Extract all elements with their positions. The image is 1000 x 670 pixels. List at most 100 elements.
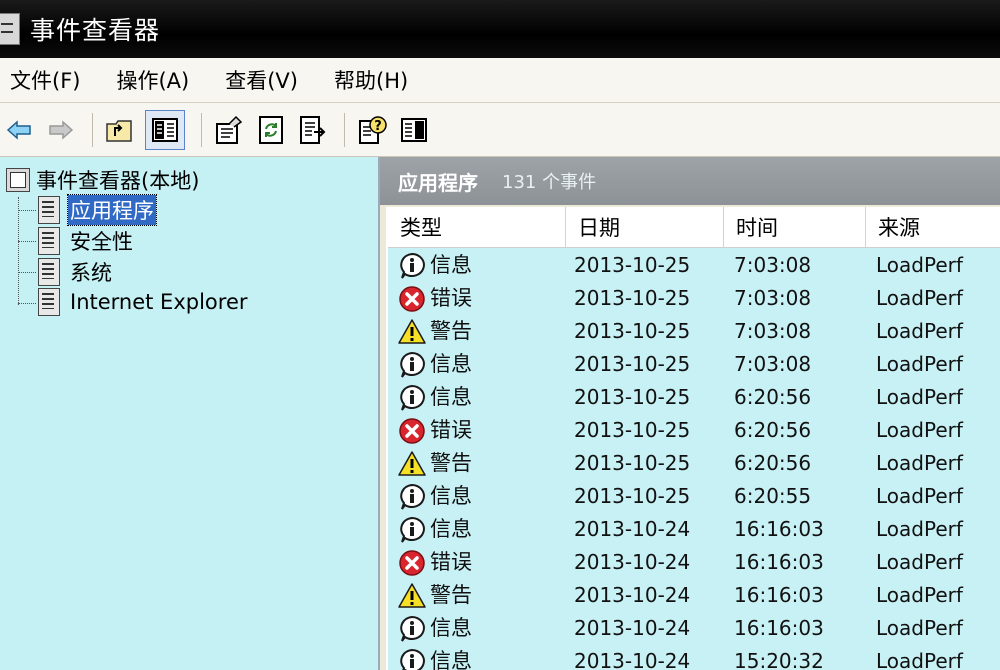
event-type: 警告 bbox=[430, 451, 472, 475]
info-icon bbox=[398, 252, 426, 280]
event-row[interactable]: 警告 2013-10-24 16:16:03 LoadPerf bbox=[388, 579, 1000, 612]
event-row[interactable]: 信息 2013-10-25 7:03:08 LoadPerf bbox=[388, 249, 1000, 282]
info-icon bbox=[398, 351, 426, 379]
column-header-row: 类型 日期 时间 来源 bbox=[388, 207, 1000, 248]
svg-text:?: ? bbox=[374, 119, 382, 134]
tree-root-event-viewer[interactable]: 事件查看器(本地) bbox=[6, 165, 199, 195]
event-type: 警告 bbox=[430, 319, 472, 343]
event-time: 7:03:08 bbox=[734, 253, 812, 277]
event-source: LoadPerf bbox=[876, 616, 963, 640]
up-one-level-button[interactable] bbox=[103, 113, 137, 147]
back-button[interactable] bbox=[2, 113, 36, 147]
error-icon bbox=[398, 549, 426, 577]
event-row[interactable]: 信息 2013-10-24 16:16:03 LoadPerf bbox=[388, 612, 1000, 645]
tree-item-label: 系统 bbox=[70, 261, 112, 285]
menu-view[interactable]: 查看(V) bbox=[225, 65, 298, 95]
event-type: 信息 bbox=[430, 484, 472, 508]
help-button[interactable]: ? bbox=[355, 113, 389, 147]
column-header-time[interactable]: 时间 bbox=[724, 207, 866, 247]
show-hide-action-pane-button[interactable] bbox=[397, 113, 431, 147]
event-source: LoadPerf bbox=[876, 385, 963, 409]
log-file-icon bbox=[38, 288, 60, 316]
event-row[interactable]: 信息 2013-10-25 6:20:56 LoadPerf bbox=[388, 381, 1000, 414]
warning-icon bbox=[398, 318, 426, 346]
column-header-type[interactable]: 类型 bbox=[388, 207, 566, 247]
event-type-cell: 错误 bbox=[398, 282, 472, 315]
event-time: 16:16:03 bbox=[734, 550, 824, 574]
event-source: LoadPerf bbox=[876, 418, 963, 442]
event-time: 16:16:03 bbox=[734, 583, 824, 607]
event-type-cell: 警告 bbox=[398, 447, 472, 480]
toolbar: ? bbox=[0, 103, 1000, 157]
event-time: 6:20:56 bbox=[734, 385, 812, 409]
info-icon bbox=[398, 615, 426, 643]
export-list-icon bbox=[300, 115, 326, 144]
refresh-icon bbox=[259, 115, 283, 144]
event-row[interactable]: 错误 2013-10-25 6:20:56 LoadPerf bbox=[388, 414, 1000, 447]
info-icon bbox=[398, 384, 426, 412]
event-type: 错误 bbox=[430, 550, 472, 574]
event-date: 2013-10-25 bbox=[574, 319, 691, 343]
event-row[interactable]: 信息 2013-10-25 6:20:55 LoadPerf bbox=[388, 480, 1000, 513]
properties-button[interactable] bbox=[212, 113, 246, 147]
menu-file[interactable]: 文件(F) bbox=[10, 65, 80, 95]
menu-help[interactable]: 帮助(H) bbox=[334, 65, 408, 95]
event-row[interactable]: 信息 2013-10-24 15:20:32 LoadPerf bbox=[388, 645, 1000, 670]
warning-icon bbox=[398, 450, 426, 478]
show-hide-tree-button[interactable] bbox=[145, 109, 185, 150]
event-date: 2013-10-25 bbox=[574, 286, 691, 310]
event-time: 6:20:55 bbox=[734, 484, 812, 508]
event-date: 2013-10-24 bbox=[574, 583, 691, 607]
tree-item-application[interactable]: 应用程序 bbox=[18, 194, 157, 226]
toolbar-separator bbox=[201, 112, 202, 147]
properties-icon bbox=[216, 115, 243, 144]
event-row[interactable]: 警告 2013-10-25 6:20:56 LoadPerf bbox=[388, 447, 1000, 480]
event-row[interactable]: 信息 2013-10-24 16:16:03 LoadPerf bbox=[388, 513, 1000, 546]
tree-item-system[interactable]: 系统 bbox=[18, 257, 114, 287]
refresh-button[interactable] bbox=[254, 113, 288, 147]
tree-item-security[interactable]: 安全性 bbox=[18, 226, 135, 256]
console-tree: 事件查看器(本地) 应用程序 安全性 系统 Internet Explorer bbox=[0, 157, 380, 670]
event-row[interactable]: 信息 2013-10-25 7:03:08 LoadPerf bbox=[388, 348, 1000, 381]
event-time: 16:16:03 bbox=[734, 616, 824, 640]
export-list-button[interactable] bbox=[296, 113, 330, 147]
event-row[interactable]: 错误 2013-10-25 7:03:08 LoadPerf bbox=[388, 282, 1000, 315]
event-source: LoadPerf bbox=[876, 352, 963, 376]
event-time: 7:03:08 bbox=[734, 319, 812, 343]
event-source: LoadPerf bbox=[876, 649, 963, 670]
tree-item-internet-explorer[interactable]: Internet Explorer bbox=[18, 288, 250, 316]
error-icon bbox=[398, 417, 426, 445]
event-viewer-icon bbox=[6, 168, 30, 192]
event-time: 16:16:03 bbox=[734, 517, 824, 541]
help-icon: ? bbox=[359, 115, 387, 144]
event-date: 2013-10-25 bbox=[574, 484, 691, 508]
log-file-icon bbox=[38, 196, 60, 224]
event-time: 15:20:32 bbox=[734, 649, 824, 670]
event-row[interactable]: 警告 2013-10-25 7:03:08 LoadPerf bbox=[388, 315, 1000, 348]
event-date: 2013-10-24 bbox=[574, 517, 691, 541]
event-row[interactable]: 错误 2013-10-24 16:16:03 LoadPerf bbox=[388, 546, 1000, 579]
title-bar: 事件查看器 bbox=[0, 0, 1000, 58]
forward-button[interactable] bbox=[44, 113, 78, 147]
event-type: 信息 bbox=[430, 616, 472, 640]
event-type-cell: 警告 bbox=[398, 315, 472, 348]
event-type-cell: 信息 bbox=[398, 513, 472, 546]
event-type: 信息 bbox=[430, 253, 472, 277]
warning-icon bbox=[398, 582, 426, 610]
event-date: 2013-10-24 bbox=[574, 649, 691, 670]
column-header-source[interactable]: 来源 bbox=[866, 207, 1000, 247]
event-type: 错误 bbox=[430, 286, 472, 310]
event-count: 131 个事件 bbox=[502, 172, 597, 193]
event-source: LoadPerf bbox=[876, 517, 963, 541]
event-time: 6:20:56 bbox=[734, 418, 812, 442]
event-date: 2013-10-25 bbox=[574, 352, 691, 376]
event-viewer-app-icon[interactable] bbox=[0, 13, 20, 45]
event-type-cell: 信息 bbox=[398, 249, 472, 282]
event-source: LoadPerf bbox=[876, 286, 963, 310]
event-type-cell: 错误 bbox=[398, 414, 472, 447]
event-type: 信息 bbox=[430, 517, 472, 541]
menu-action[interactable]: 操作(A) bbox=[116, 65, 189, 95]
event-date: 2013-10-25 bbox=[574, 253, 691, 277]
column-header-date[interactable]: 日期 bbox=[566, 207, 724, 247]
event-date: 2013-10-25 bbox=[574, 418, 691, 442]
